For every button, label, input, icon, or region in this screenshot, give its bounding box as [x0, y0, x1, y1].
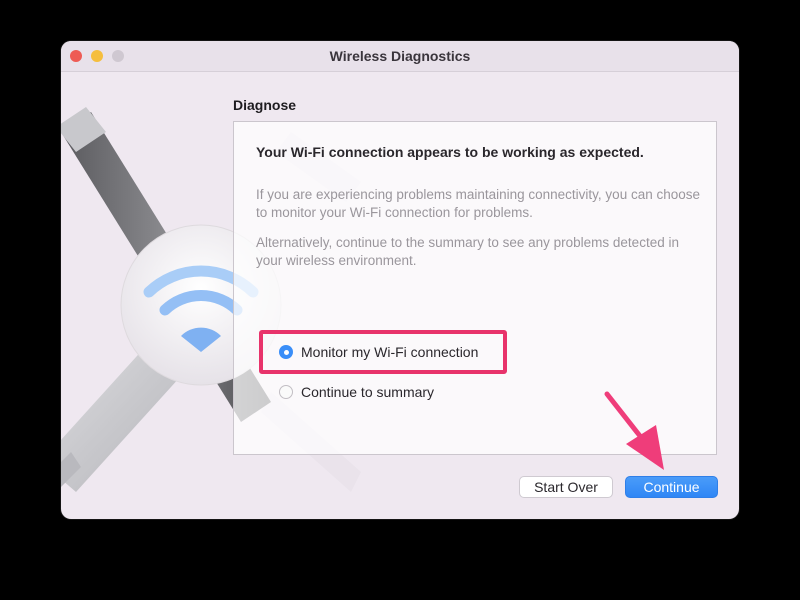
window-title: Wireless Diagnostics	[329, 48, 471, 64]
diagnose-panel: Your Wi-Fi connection appears to be work…	[233, 121, 717, 455]
wireless-diagnostics-window: Wireless Diagnostics Diagnose Your Wi-Fi…	[61, 41, 739, 519]
title-bar: Wireless Diagnostics	[61, 41, 739, 72]
summary-description: Alternatively, continue to the summary t…	[256, 235, 679, 268]
radio-unselected-icon[interactable]	[279, 385, 293, 399]
option-continue-summary[interactable]: Continue to summary	[279, 384, 434, 400]
monitor-description: If you are experiencing problems maintai…	[256, 187, 700, 220]
section-title: Diagnose	[233, 97, 297, 113]
option-summary-label: Continue to summary	[301, 384, 435, 400]
status-headline: Your Wi-Fi connection appears to be work…	[256, 144, 644, 160]
continue-button[interactable]: Continue	[625, 476, 718, 498]
start-over-button[interactable]: Start Over	[519, 476, 613, 498]
annotation-highlight-box	[259, 330, 507, 374]
